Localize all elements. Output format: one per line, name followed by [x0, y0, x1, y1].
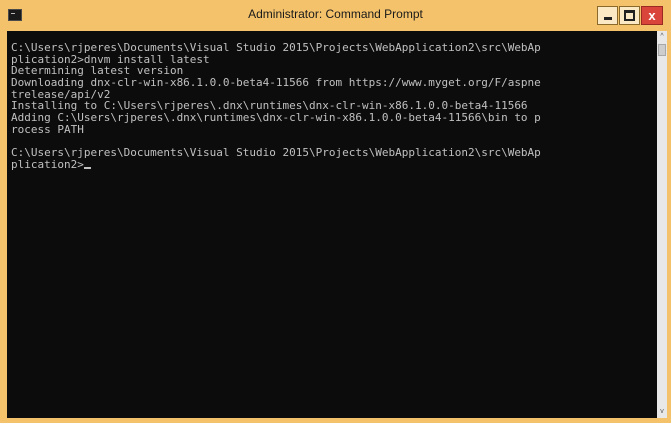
- scroll-down-icon[interactable]: v: [657, 406, 667, 418]
- minimize-icon: [603, 17, 612, 20]
- vertical-scrollbar[interactable]: ^ v: [657, 31, 667, 418]
- maximize-button[interactable]: [619, 6, 640, 25]
- window-bottom-border: [0, 418, 671, 423]
- minimize-button[interactable]: [597, 6, 618, 25]
- scroll-thumb[interactable]: [658, 44, 666, 56]
- maximize-icon: [624, 10, 635, 21]
- console-line: rocess PATH: [11, 122, 84, 136]
- console-line: C:\Users\rjperes\Documents\Visual Studio…: [11, 146, 541, 160]
- console-text: C:\Users\rjperes\Documents\Visual Studio…: [11, 42, 541, 171]
- console-line: C:\Users\rjperes\Documents\Visual Studio…: [11, 41, 541, 54]
- title-bar[interactable]: Administrator: Command Prompt x: [0, 0, 671, 31]
- console-line: Downloading dnx-clr-win-x86.1.0.0-beta4-…: [11, 76, 541, 90]
- command-prompt-window: Administrator: Command Prompt x C:\Users…: [0, 0, 671, 423]
- close-button[interactable]: x: [641, 6, 663, 25]
- text-cursor: [83, 166, 91, 169]
- close-icon: x: [648, 8, 656, 23]
- window-title: Administrator: Command Prompt: [248, 7, 423, 21]
- console-line: Adding C:\Users\rjperes\.dnx\runtimes\dn…: [11, 111, 541, 125]
- console-prompt-line: plication2>: [11, 159, 541, 171]
- console-output[interactable]: C:\Users\rjperes\Documents\Visual Studio…: [7, 31, 657, 418]
- console-prompt: plication2>: [11, 157, 84, 171]
- scroll-up-icon[interactable]: ^: [657, 31, 667, 43]
